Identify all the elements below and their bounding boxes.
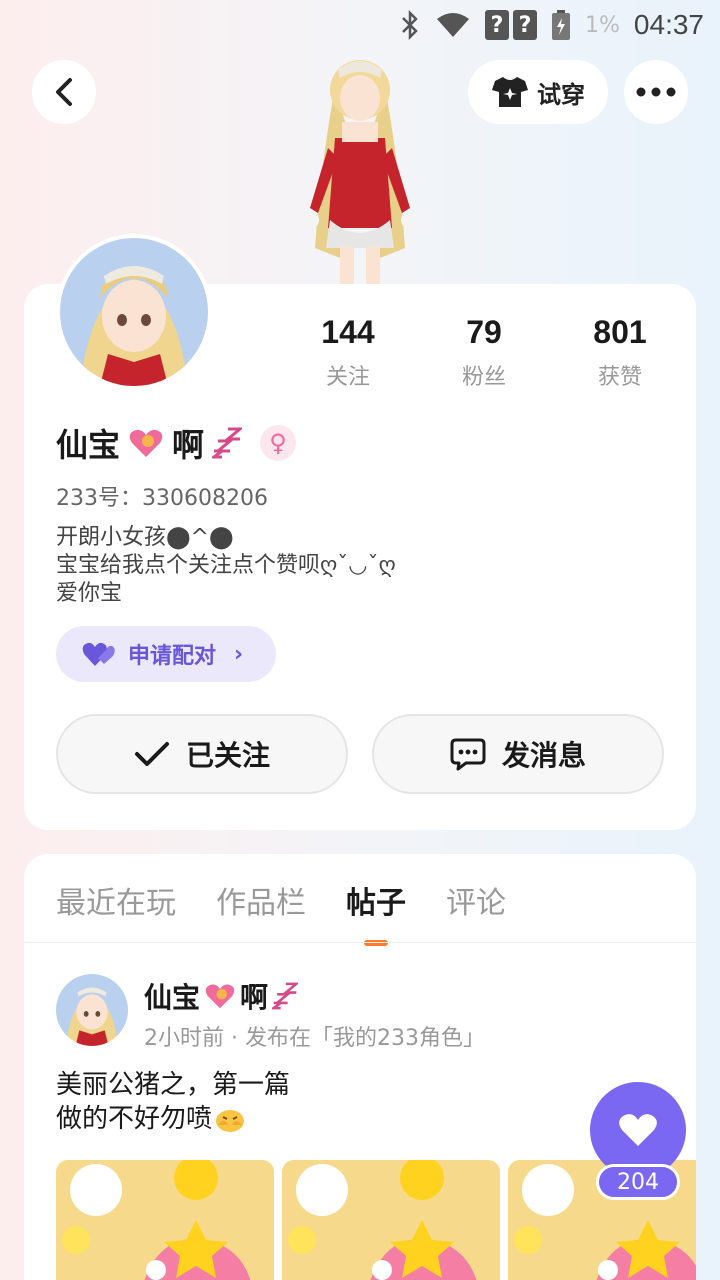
female-gender-icon: ♀ <box>260 425 297 461</box>
battery-percent: 1% <box>585 12 620 38</box>
send-message-button[interactable]: 发消息 <box>372 714 664 794</box>
chevron-left-icon <box>56 78 72 106</box>
profile-bio: 开朗小女孩⬤^⬤ 宝宝给我点个关注点个赞呗ღˇ◡ˇღ 爱你宝 <box>56 524 396 608</box>
pair-request-label: 申请配对 <box>128 644 217 669</box>
post-text[interactable]: 美丽公猪之，第一篇 做的不好勿喷 <box>56 1068 290 1136</box>
stat-likes[interactable]: 801 获赞 <box>552 314 688 391</box>
like-count-badge: 204 <box>596 1164 680 1200</box>
stat-followers[interactable]: 79 粉丝 <box>416 314 552 391</box>
post-author-avatar[interactable] <box>56 974 128 1046</box>
heart-icon <box>619 1114 657 1146</box>
send-message-label: 发消息 <box>501 739 586 772</box>
followers-label: 粉丝 <box>461 365 506 390</box>
bluetooth-icon <box>399 10 421 40</box>
post-meta: 2小时前 · 发布在「我的233角色」 <box>144 1026 485 1051</box>
tab-recently-played[interactable]: 最近在玩 <box>56 878 176 922</box>
try-on-button[interactable]: 试穿 <box>468 60 608 124</box>
post-author[interactable]: 仙宝 啊 <box>144 976 299 1016</box>
post-text-line: 美丽公猪之，第一篇 <box>56 1070 291 1100</box>
profile-name: 仙宝 <box>56 426 121 464</box>
no-signal-icon: ?? <box>485 10 538 40</box>
content-card: 最近在玩 作品栏 帖子 评论 仙宝 啊 2小时前 · 发布在「我的233角色」 … <box>24 854 696 1280</box>
tab-posts[interactable]: 帖子 <box>346 878 406 922</box>
sleep-z-icon <box>212 427 243 459</box>
shirt-icon <box>492 77 528 107</box>
double-heart-icon <box>82 642 115 666</box>
post-image[interactable] <box>282 1160 500 1280</box>
chevron-right-icon: › <box>234 641 244 667</box>
sleep-z-icon <box>272 982 299 1010</box>
following-label: 关注 <box>325 365 370 390</box>
user-id: 233号：330608206 <box>56 486 268 511</box>
tab-divider <box>24 942 696 943</box>
bio-line: 宝宝给我点个关注点个赞呗ღˇ◡ˇღ <box>56 553 396 578</box>
post-image[interactable] <box>56 1160 274 1280</box>
try-on-label: 试穿 <box>537 80 585 109</box>
status-bar: ?? 1% 04:37 <box>0 0 720 50</box>
post-author-suffix: 啊 <box>240 981 269 1014</box>
post-text-line-wrap: 做的不好勿喷 <box>56 1102 290 1136</box>
profile-avatar[interactable] <box>56 234 212 390</box>
followers-count: 79 <box>466 314 502 350</box>
heart-emoji-icon <box>205 984 235 1009</box>
profile-name-suffix: 啊 <box>172 426 205 464</box>
pleading-emoji-icon <box>216 1110 245 1132</box>
character-model[interactable] <box>280 48 440 288</box>
chat-bubble-icon <box>450 738 486 771</box>
clock: 04:37 <box>633 9 704 40</box>
profile-stats: 144 关注 79 粉丝 801 获赞 <box>280 314 696 391</box>
wifi-icon <box>435 11 471 39</box>
heart-emoji-icon <box>129 429 163 457</box>
following-count: 144 <box>321 314 375 350</box>
followed-button[interactable]: 已关注 <box>56 714 348 794</box>
stat-following[interactable]: 144 关注 <box>280 314 416 391</box>
likes-count: 801 <box>593 314 647 350</box>
profile-name-row: 仙宝 啊 ♀ <box>56 420 297 466</box>
battery-icon <box>551 9 571 41</box>
tab-comments[interactable]: 评论 <box>446 878 506 922</box>
post-author-name: 仙宝 <box>144 981 201 1014</box>
likes-label: 获赞 <box>597 365 642 390</box>
bio-line: 开朗小女孩⬤^⬤ <box>56 525 234 550</box>
pair-request-button[interactable]: 申请配对 › <box>56 626 276 682</box>
followed-label: 已关注 <box>185 739 270 772</box>
bio-line: 爱你宝 <box>56 581 123 606</box>
profile-tabs: 最近在玩 作品栏 帖子 评论 <box>56 878 506 922</box>
back-button[interactable] <box>32 60 96 124</box>
more-button[interactable] <box>624 60 688 124</box>
more-dots-icon <box>636 87 676 97</box>
post-text-line: 做的不好勿喷 <box>56 1104 213 1134</box>
tab-works[interactable]: 作品栏 <box>216 878 306 922</box>
check-icon <box>134 742 169 766</box>
